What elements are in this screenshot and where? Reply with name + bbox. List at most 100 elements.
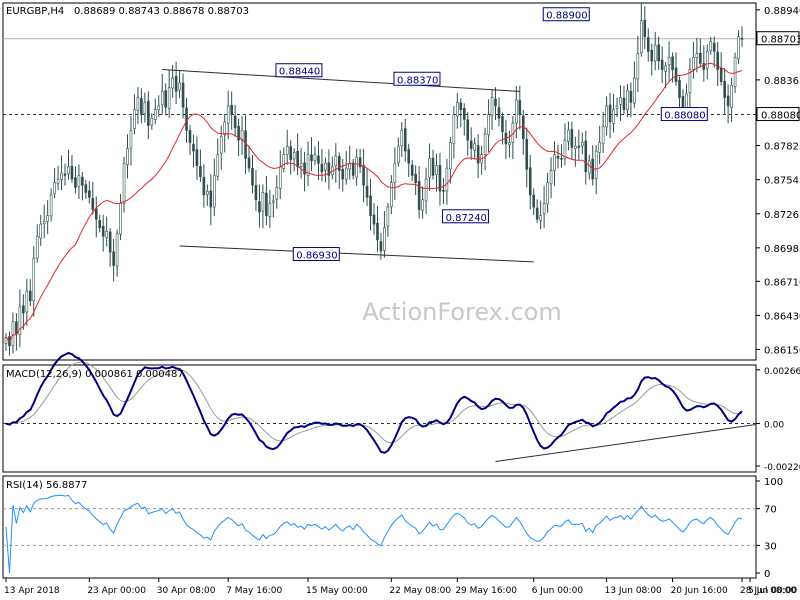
candle-body — [147, 100, 150, 126]
x-tick-label: 29 May 16:00 — [455, 586, 517, 596]
candle-body — [285, 145, 289, 155]
candle-body — [539, 215, 542, 221]
candle-body — [129, 130, 133, 149]
candle-body — [525, 139, 529, 170]
candle-body — [317, 155, 320, 164]
candle-body — [726, 95, 730, 107]
candle-body — [272, 200, 275, 203]
candle-body — [74, 177, 77, 188]
candle-body — [640, 20, 643, 54]
price-tick-label: 0.86710 — [764, 277, 800, 288]
candle-body — [153, 109, 157, 121]
symbol-title: EURGBP,H4 — [6, 6, 64, 17]
candle-body — [723, 80, 726, 98]
candle-body — [428, 158, 431, 178]
x-tick-label: 30 Apr 08:00 — [157, 586, 216, 596]
candle-body — [383, 227, 386, 251]
candle-body — [275, 187, 279, 200]
chart-canvas: 0.88440 0.88370 0.86930 0.87240 0.88900 0.880… — [0, 0, 800, 600]
rsi-tick-label: 30 — [764, 541, 777, 552]
candle-body — [650, 49, 654, 62]
candle-body — [310, 154, 313, 162]
candle-body — [320, 163, 324, 173]
candle-body — [692, 57, 695, 70]
candle-body — [414, 173, 417, 184]
price-tick-label: 0.86150 — [764, 345, 800, 356]
candle-body — [608, 104, 612, 123]
candle-body — [22, 305, 25, 314]
candle-body — [115, 233, 119, 267]
candle-body — [60, 172, 63, 180]
candle-body — [143, 102, 147, 114]
candle-body — [733, 57, 737, 87]
candle-body — [53, 182, 56, 194]
candle-body — [594, 150, 598, 179]
candle-body — [42, 221, 46, 225]
candle-body — [449, 142, 452, 170]
candle-body — [653, 44, 657, 62]
candle-body — [32, 257, 36, 302]
candle-body — [268, 203, 272, 217]
candle-body — [247, 157, 251, 169]
candle-body — [126, 148, 129, 165]
price-tick-label: 0.87545 — [764, 176, 800, 187]
candle-body — [646, 37, 650, 52]
annotation-label: 0.86930 — [296, 251, 337, 262]
candle-body — [292, 151, 296, 160]
macd-title: MACD(12,26,9) 0.000861 0.000487 — [6, 369, 184, 380]
candle-body — [94, 208, 98, 220]
candle-body — [337, 156, 341, 171]
candle-body — [737, 36, 740, 60]
candle-body — [101, 225, 105, 237]
candle-body — [56, 178, 60, 184]
candle-body — [63, 173, 67, 176]
candle-body — [476, 145, 480, 164]
price-tick-label: 0.87825 — [764, 142, 800, 153]
candle-body — [740, 37, 744, 40]
candle-body — [98, 220, 102, 229]
candle-body — [577, 145, 581, 148]
candle-body — [254, 184, 258, 201]
candle-body — [462, 107, 466, 120]
candle-body — [581, 142, 584, 147]
candle-body — [39, 223, 43, 239]
candle-body — [546, 182, 549, 205]
candle-body — [167, 87, 171, 110]
candle-body — [629, 90, 633, 103]
candle-body — [695, 53, 699, 59]
candle-body — [490, 97, 494, 116]
candle-body — [88, 190, 91, 198]
candle-body — [705, 50, 709, 69]
ohlc-readout: 0.88689 0.88743 0.88678 0.88703 — [74, 6, 249, 17]
candle-body — [622, 97, 626, 110]
price-annotation: 0.88370 — [393, 71, 441, 86]
candle-body — [532, 194, 535, 208]
candle-body — [49, 194, 53, 217]
annotation-label: 0.88370 — [397, 75, 438, 86]
annotation-label: 0.88440 — [279, 67, 320, 78]
candle-body — [136, 97, 140, 111]
candle-body — [633, 77, 636, 104]
candle-body — [206, 190, 209, 195]
candle-body — [518, 100, 522, 115]
candle-body — [421, 199, 424, 211]
candle-body — [209, 190, 213, 208]
candle-body — [459, 102, 463, 110]
candle-body — [473, 143, 476, 151]
candle-body — [466, 119, 470, 141]
candle-body — [442, 190, 445, 192]
candle-body — [296, 151, 299, 168]
candle-body — [719, 67, 723, 82]
candle-body — [29, 290, 32, 302]
candle-body — [67, 166, 70, 174]
candle-body — [619, 97, 622, 105]
candle-body — [157, 105, 161, 110]
candle-body — [251, 168, 254, 186]
candle-body — [660, 59, 664, 70]
candle-body — [386, 206, 390, 227]
price-annotation: 0.88440 — [275, 63, 323, 78]
candle-body — [643, 19, 647, 37]
candle-body — [528, 167, 532, 196]
candle-body — [219, 136, 223, 154]
candle-body — [508, 142, 511, 146]
